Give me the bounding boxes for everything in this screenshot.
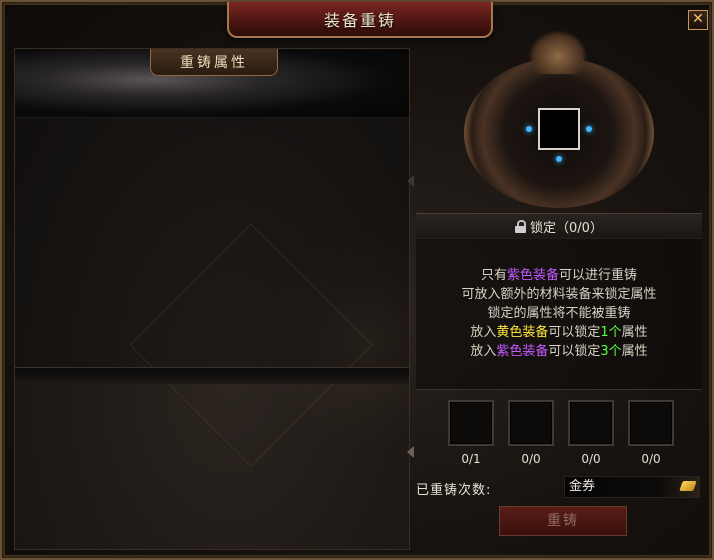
info-line: 锁定的属性将不能被重铸 (487, 306, 631, 321)
material-slot-3[interactable] (568, 400, 614, 446)
material-count-4: 0/0 (641, 452, 661, 466)
material-count-1: 0/1 (461, 452, 481, 466)
gem-icon (586, 126, 592, 132)
panel-arrow-icon (407, 175, 414, 187)
lock-status-bar: 锁定（0/0） (416, 213, 702, 239)
material-count-2: 0/0 (521, 452, 541, 466)
material-slot-4[interactable] (628, 400, 674, 446)
close-button[interactable]: ✕ (688, 10, 708, 30)
attributes-title-plaque: 重铸属性 (150, 49, 278, 76)
material-slot-1[interactable] (448, 400, 494, 446)
attributes-title: 重铸属性 (180, 55, 248, 71)
gem-icon (556, 156, 562, 162)
gold-coupon-icon (679, 481, 697, 491)
recast-window: 装备重铸 ✕ 重铸属性 锁定（0/0） 只有紫色装备可以进行重铸 可放入额外的材… (0, 0, 714, 560)
beast-crest-icon (528, 30, 588, 74)
currency-label: 金券 (569, 479, 596, 494)
info-line: 放入紫色装备可以锁定3个属性 (470, 344, 648, 359)
currency-selector[interactable]: 金券 (564, 476, 700, 498)
close-icon: ✕ (692, 11, 704, 27)
material-count-3: 0/0 (581, 452, 601, 466)
info-line: 放入黄色装备可以锁定1个属性 (470, 325, 648, 340)
lock-label: 锁定（0/0） (530, 220, 603, 236)
lock-icon (515, 219, 527, 233)
attributes-divider (15, 367, 409, 384)
recast-attributes-panel: 重铸属性 (14, 48, 410, 550)
recast-count-label: 已重铸次数: (416, 483, 492, 498)
material-slot-2[interactable] (508, 400, 554, 446)
recast-button[interactable]: 重铸 (499, 506, 627, 536)
window-title: 装备重铸 (323, 11, 396, 30)
recast-info-box: 只有紫色装备可以进行重铸 可放入额外的材料装备来锁定属性 锁定的属性将不能被重铸… (416, 238, 702, 390)
panel-arrow-icon (407, 446, 414, 458)
attributes-header: 重铸属性 (15, 49, 409, 118)
gem-icon (526, 126, 532, 132)
info-line: 只有紫色装备可以进行重铸 (480, 268, 638, 283)
info-line: 可放入额外的材料装备来锁定属性 (461, 287, 657, 302)
window-title-plaque: 装备重铸 (227, 2, 493, 38)
equipment-slot[interactable] (538, 108, 580, 150)
